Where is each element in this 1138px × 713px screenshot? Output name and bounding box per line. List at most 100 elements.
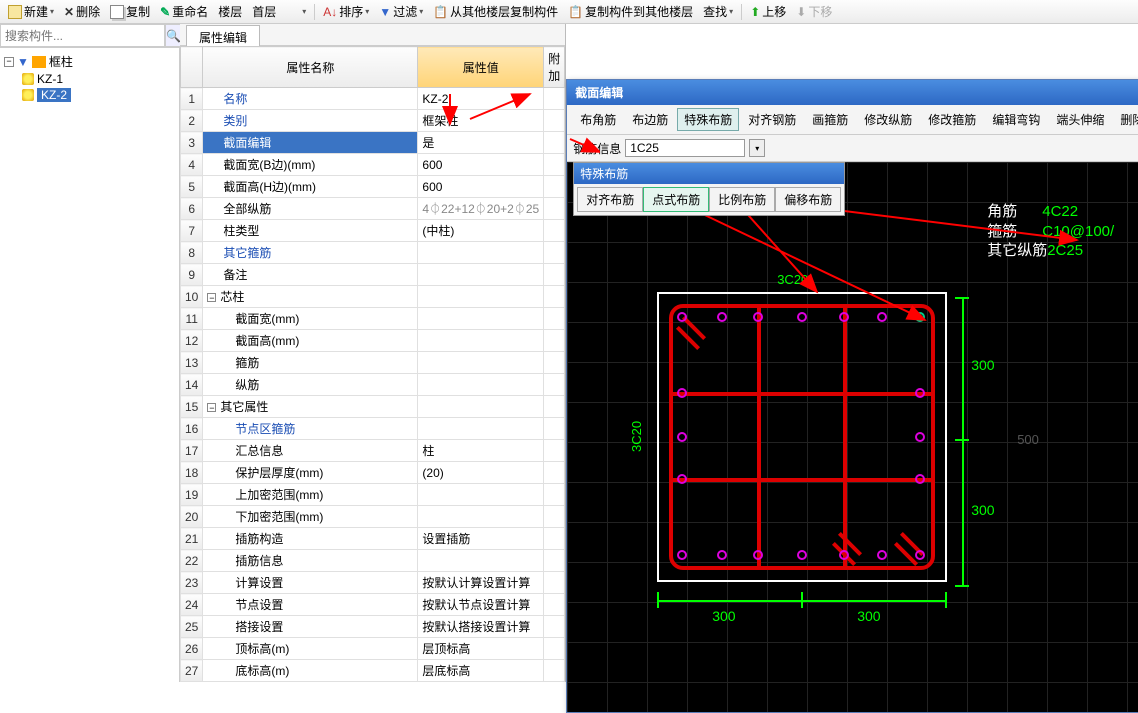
property-row[interactable]: 1名称KZ-2: [181, 88, 565, 110]
property-row[interactable]: 2类别框架柱: [181, 110, 565, 132]
property-extra[interactable]: [544, 374, 565, 396]
property-row[interactable]: 10−芯柱: [181, 286, 565, 308]
tree-root[interactable]: − ▼ 框柱: [4, 52, 175, 71]
property-value[interactable]: 4⏀22+12⏀20+2⏀25: [418, 198, 544, 220]
property-extra[interactable]: [544, 154, 565, 176]
property-extra[interactable]: [544, 198, 565, 220]
property-value[interactable]: 柱: [418, 440, 544, 462]
property-row[interactable]: 5截面高(H边)(mm)600: [181, 176, 565, 198]
property-row[interactable]: 8其它箍筋: [181, 242, 565, 264]
property-row[interactable]: 11截面宽(mm): [181, 308, 565, 330]
property-row[interactable]: 14纵筋: [181, 374, 565, 396]
property-value[interactable]: [418, 242, 544, 264]
property-extra[interactable]: [544, 418, 565, 440]
property-extra[interactable]: [544, 528, 565, 550]
property-extra[interactable]: [544, 616, 565, 638]
dialog-toolbar-button[interactable]: 删除: [1113, 108, 1138, 131]
property-row[interactable]: 6全部纵筋4⏀22+12⏀20+2⏀25: [181, 198, 565, 220]
special-layout-button[interactable]: 点式布筋: [643, 187, 709, 212]
property-extra[interactable]: [544, 308, 565, 330]
property-extra[interactable]: [544, 352, 565, 374]
dialog-toolbar-button[interactable]: 对齐钢筋: [741, 108, 803, 131]
property-value[interactable]: 按默认节点设置计算: [418, 594, 544, 616]
property-row[interactable]: 19上加密范围(mm): [181, 484, 565, 506]
property-row[interactable]: 20下加密范围(mm): [181, 506, 565, 528]
property-value[interactable]: [418, 264, 544, 286]
rename-button[interactable]: ✎重命名: [156, 1, 212, 22]
property-value[interactable]: [418, 506, 544, 528]
property-value[interactable]: [418, 396, 544, 418]
property-extra[interactable]: [544, 330, 565, 352]
dialog-toolbar-button[interactable]: 布边筋: [625, 108, 675, 131]
property-value[interactable]: [418, 550, 544, 572]
property-row[interactable]: 24节点设置按默认节点设置计算: [181, 594, 565, 616]
property-row[interactable]: 3截面编辑是: [181, 132, 565, 154]
special-layout-button[interactable]: 偏移布筋: [775, 187, 841, 212]
property-value[interactable]: 按默认搭接设置计算: [418, 616, 544, 638]
property-row[interactable]: 26顶标高(m)层顶标高: [181, 638, 565, 660]
property-extra[interactable]: [544, 110, 565, 132]
special-layout-button[interactable]: 比例布筋: [709, 187, 775, 212]
property-row[interactable]: 17汇总信息柱: [181, 440, 565, 462]
property-extra[interactable]: [544, 220, 565, 242]
property-extra[interactable]: [544, 594, 565, 616]
property-extra[interactable]: [544, 550, 565, 572]
floor-button[interactable]: 楼层: [214, 1, 246, 22]
rebar-info-dropdown[interactable]: ▾: [749, 139, 765, 157]
property-extra[interactable]: [544, 176, 565, 198]
property-value[interactable]: [418, 374, 544, 396]
property-value[interactable]: 框架柱: [418, 110, 544, 132]
copy-from-button[interactable]: 📋从其他楼层复制构件: [429, 1, 562, 22]
property-value[interactable]: [418, 484, 544, 506]
property-row[interactable]: 9备注: [181, 264, 565, 286]
property-value[interactable]: 层顶标高: [418, 638, 544, 660]
dialog-toolbar-button[interactable]: 编辑弯钩: [985, 108, 1047, 131]
property-row[interactable]: 12截面高(mm): [181, 330, 565, 352]
dialog-toolbar-button[interactable]: 特殊布筋: [677, 108, 739, 131]
property-value[interactable]: 层底标高: [418, 660, 544, 682]
property-extra[interactable]: [544, 638, 565, 660]
copy-button[interactable]: 复制: [106, 1, 154, 22]
property-extra[interactable]: [544, 396, 565, 418]
property-extra[interactable]: [544, 286, 565, 308]
property-value[interactable]: (20): [418, 462, 544, 484]
property-value[interactable]: 按默认计算设置计算: [418, 572, 544, 594]
delete-button[interactable]: ✕删除: [60, 1, 104, 22]
property-extra[interactable]: [544, 264, 565, 286]
property-row[interactable]: 7柱类型(中柱): [181, 220, 565, 242]
property-row[interactable]: 18保护层厚度(mm)(20): [181, 462, 565, 484]
tree-item[interactable]: KZ-2: [4, 87, 175, 103]
property-extra[interactable]: [544, 132, 565, 154]
dialog-toolbar-button[interactable]: 修改纵筋: [857, 108, 919, 131]
rebar-info-input[interactable]: [625, 139, 745, 157]
dialog-toolbar-button[interactable]: 修改箍筋: [921, 108, 983, 131]
property-extra[interactable]: [544, 572, 565, 594]
filter-button[interactable]: ▼过滤▾: [375, 1, 427, 22]
property-extra[interactable]: [544, 242, 565, 264]
property-value[interactable]: (中柱): [418, 220, 544, 242]
property-row[interactable]: 15−其它属性: [181, 396, 565, 418]
collapse-icon[interactable]: −: [4, 57, 14, 67]
property-row[interactable]: 4截面宽(B边)(mm)600: [181, 154, 565, 176]
component-tree[interactable]: − ▼ 框柱 KZ-1 KZ-2: [0, 48, 179, 107]
property-value[interactable]: 600: [418, 176, 544, 198]
property-extra[interactable]: [544, 484, 565, 506]
property-row[interactable]: 13箍筋: [181, 352, 565, 374]
property-extra[interactable]: [544, 440, 565, 462]
property-value[interactable]: KZ-2: [418, 88, 544, 110]
property-value[interactable]: 设置插筋: [418, 528, 544, 550]
find-button[interactable]: 查找▾: [699, 1, 737, 22]
search-input[interactable]: [0, 24, 165, 47]
property-extra[interactable]: [544, 506, 565, 528]
property-row[interactable]: 23计算设置按默认计算设置计算: [181, 572, 565, 594]
special-layout-button[interactable]: 对齐布筋: [577, 187, 643, 212]
property-row[interactable]: 16节点区箍筋: [181, 418, 565, 440]
property-row[interactable]: 27底标高(m)层底标高: [181, 660, 565, 682]
property-row[interactable]: 22插筋信息: [181, 550, 565, 572]
property-value[interactable]: [418, 308, 544, 330]
property-value[interactable]: [418, 330, 544, 352]
dialog-toolbar-button[interactable]: 端头伸缩: [1049, 108, 1111, 131]
property-row[interactable]: 25搭接设置按默认搭接设置计算: [181, 616, 565, 638]
tab-property-edit[interactable]: 属性编辑: [186, 25, 260, 46]
property-row[interactable]: 21插筋构造设置插筋: [181, 528, 565, 550]
